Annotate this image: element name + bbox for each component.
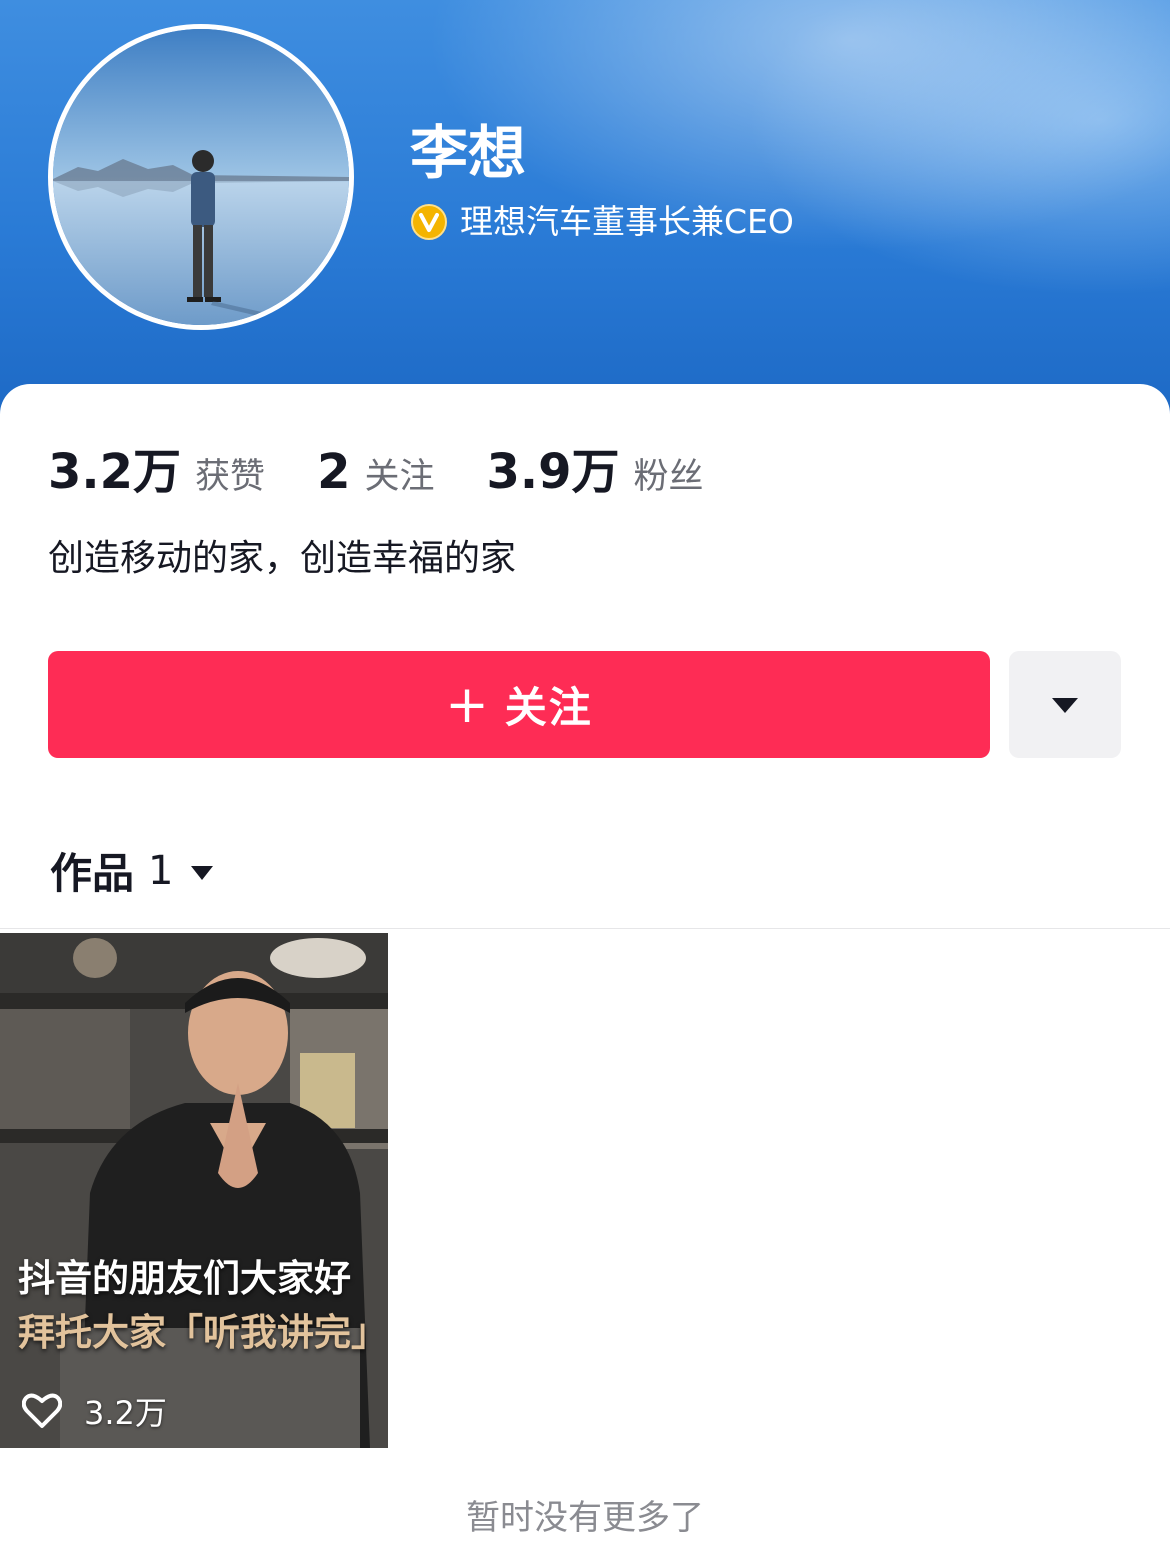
profile-bio: 创造移动的家，创造幸福的家 xyxy=(48,538,517,579)
heart-icon xyxy=(22,1393,62,1428)
tab-divider xyxy=(0,928,1170,929)
stat-likes-label: 获赞 xyxy=(195,457,266,497)
works-caret-down-icon[interactable] xyxy=(189,863,215,883)
video-thumbnail-card[interactable] xyxy=(0,933,388,1448)
stats-row: 3.2万 获赞 2 关注 3.9万 粉丝 xyxy=(48,432,756,502)
stat-followers[interactable]: 3.9万 粉丝 xyxy=(486,432,703,502)
verified-v-badge-icon xyxy=(411,204,447,240)
more-options-button[interactable] xyxy=(1009,651,1121,758)
no-more-content-note: 暂时没有更多了 xyxy=(466,1498,704,1538)
tab-works[interactable]: 作品 1 xyxy=(50,840,215,901)
plus-icon: + xyxy=(445,674,491,735)
follow-button[interactable]: + 关注 xyxy=(48,651,990,758)
stat-following-value: 2 xyxy=(317,444,351,500)
stat-likes-value: 3.2万 xyxy=(48,444,182,500)
video-caption-line2: 拜托大家「听我讲完」 xyxy=(18,1311,388,1354)
stat-following[interactable]: 2 关注 xyxy=(317,444,434,500)
stat-likes[interactable]: 3.2万 获赞 xyxy=(48,432,265,502)
verification-row: 理想汽车董事长兼CEO xyxy=(410,200,794,244)
works-tab-label: 作品 xyxy=(50,849,135,898)
works-count: 1 xyxy=(148,847,174,894)
stat-followers-value: 3.9万 xyxy=(486,444,620,500)
avatar[interactable] xyxy=(48,24,354,330)
video-likes: 3.2万 xyxy=(22,1388,167,1434)
caret-down-icon xyxy=(1052,697,1078,713)
profile-name: 李想 xyxy=(410,119,527,187)
stat-following-label: 关注 xyxy=(364,457,435,497)
video-caption-line1: 抖音的朋友们大家好 xyxy=(18,1257,351,1300)
avatar-image xyxy=(53,29,349,325)
video-likes-count: 3.2万 xyxy=(84,1394,167,1432)
video-thumbnail-image xyxy=(0,933,388,1448)
follow-button-label: 关注 xyxy=(504,683,593,732)
verification-text: 理想汽车董事长兼CEO xyxy=(460,202,794,241)
stat-followers-label: 粉丝 xyxy=(633,457,704,497)
